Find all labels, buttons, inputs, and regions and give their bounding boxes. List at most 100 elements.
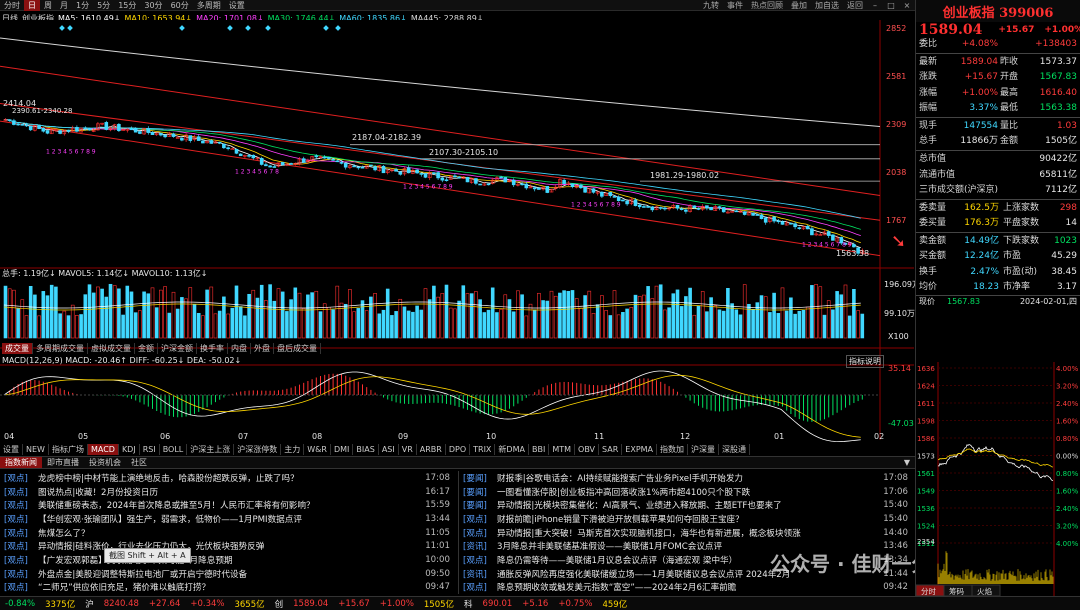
macd-legend: MACD(12,26,9) MACD: -20.46↑ DIFF: -60.25… xyxy=(2,356,242,365)
news-tab[interactable]: 社区 xyxy=(126,457,152,468)
news-item[interactable]: [观点] 【华创宏观·张瑜团队】强生产，弱需求，低物价——1月PMI数据点评 13:… xyxy=(0,512,454,526)
indicator-tab[interactable]: BBI xyxy=(529,444,550,455)
indicator-tab[interactable]: DMI xyxy=(331,444,354,455)
indicator-tab[interactable]: ASI xyxy=(379,444,399,455)
toolbar-button[interactable]: 九转 xyxy=(699,0,723,11)
mini-price: 1567.83 xyxy=(947,297,981,306)
news-item[interactable]: [观点] 龙虎榜中榜|中材节能上演绝地反击，哈森股份超跌反弹，止跌了吗？ 17:08 xyxy=(0,471,454,485)
news-item[interactable]: [要闻] 财报季|谷歌电话会：AI持续赋能搜索广告业务Pixel手机开始发力 17:… xyxy=(459,471,912,485)
volume-tab[interactable]: 金额 xyxy=(135,343,158,354)
volume-bar xyxy=(558,292,562,339)
news-item[interactable]: [观点] 焦煤怎么了？ 11:05 xyxy=(0,526,454,540)
change-value: +15.67 xyxy=(998,24,1035,35)
indicator-tab[interactable]: KDJ xyxy=(119,444,140,455)
news-item[interactable]: [观点] 降息预期收敛或触发美元指数“富空”——2024年2月6汇率前瞻 09:42 xyxy=(459,581,912,595)
quote-row: 总手 11866万 金额 1505亿 xyxy=(916,134,1080,149)
window-button[interactable]: □ xyxy=(883,0,899,11)
window-button[interactable]: – xyxy=(867,0,883,11)
indicator-tab[interactable]: 沪深主上涨 xyxy=(187,444,235,455)
indicator-tab[interactable]: 深股通 xyxy=(719,444,751,455)
period-tab[interactable]: 日 xyxy=(24,0,40,11)
volume-tab[interactable]: 盘后成交量 xyxy=(274,343,321,354)
period-tab[interactable]: 设置 xyxy=(225,0,249,11)
news-item[interactable]: [要闻] 异动情报|光模块密集催化：AI高景气、业绩进入释放期、主题ETF也要来了… xyxy=(459,498,912,512)
indicator-tab[interactable]: 新DMA xyxy=(495,444,529,455)
news-item[interactable]: [观点] 财报前瞻|iPhone销量下滑被迫开放侧载苹果如何夺回股王宝座？ 15:4… xyxy=(459,512,912,526)
mini-tab-label[interactable]: 火焰 xyxy=(977,586,992,596)
volume-tab[interactable]: 外盘 xyxy=(251,343,274,354)
news-tab[interactable]: 指数新闻 xyxy=(0,457,42,468)
period-tab[interactable]: 1分 xyxy=(72,0,93,11)
indicator-tab[interactable]: BOLL xyxy=(160,444,188,455)
indicator-tab[interactable]: VR xyxy=(399,444,417,455)
volume-bar xyxy=(759,295,764,339)
toolbar-button[interactable]: 加自选 xyxy=(811,0,843,11)
period-tab[interactable]: 5分 xyxy=(93,0,114,11)
window-button[interactable]: × xyxy=(899,0,915,11)
indicator-tab[interactable]: MACD xyxy=(87,444,119,455)
indicator-tab[interactable]: EXPMA xyxy=(622,444,658,455)
period-tab[interactable]: 分时 xyxy=(0,0,24,11)
indicator-tab[interactable]: MTM xyxy=(549,444,576,455)
period-tab[interactable]: 15分 xyxy=(114,0,140,11)
news-item[interactable]: [观点] 【广发宏观郭磊】美联储暗示不太可能3月降息预期 10:00 xyxy=(0,553,454,567)
volume-tab[interactable]: 换手率 xyxy=(197,343,228,354)
toolbar-button[interactable]: 返回 xyxy=(843,0,867,11)
indicator-tab[interactable]: 指标广场 xyxy=(49,444,88,455)
news-item[interactable]: [观点] 异动情报|硅料涨价，行业去化压力仍大，光伏板块强势反弹 11:01 xyxy=(0,539,454,553)
volume-bar xyxy=(16,308,20,339)
volume-tab[interactable]: 虚拟成交量 xyxy=(88,343,135,354)
indicator-tab[interactable]: NEW xyxy=(23,444,49,455)
mini-price-tick: 1611 xyxy=(917,400,935,408)
news-tab[interactable]: 投资机会 xyxy=(84,457,126,468)
toolbar-button[interactable]: 热点回顾 xyxy=(747,0,787,11)
period-tab[interactable]: 30分 xyxy=(140,0,166,11)
toolbar-button[interactable]: 事件 xyxy=(723,0,747,11)
volume-tab[interactable]: 沪深金额 xyxy=(158,343,197,354)
volume-tab[interactable]: 多周期成交量 xyxy=(33,343,88,354)
indicator-tab[interactable]: ARBR xyxy=(417,444,446,455)
toolbar-button[interactable]: 叠加 xyxy=(787,0,811,11)
period-tab[interactable]: 60分 xyxy=(167,0,193,11)
candle-body xyxy=(327,157,331,159)
period-tab[interactable]: 多周期 xyxy=(193,0,225,11)
range-annotation-4: 1981.29-1980.02 xyxy=(650,171,720,180)
candle-body xyxy=(133,127,138,133)
indicator-help-button[interactable]: 指标说明 xyxy=(846,355,884,368)
indicator-tab[interactable]: SAR xyxy=(599,444,623,455)
volume-tab[interactable]: 成交量 xyxy=(2,343,33,354)
period-tab[interactable]: 月 xyxy=(56,0,72,11)
indicator-tab[interactable]: 指数加 xyxy=(657,444,689,455)
mini-price-tick: 1624 xyxy=(917,383,935,391)
indicator-tab[interactable]: 主力 xyxy=(281,444,305,455)
indicator-tab[interactable]: OBV xyxy=(575,444,600,455)
collapse-icon[interactable]: ▼ xyxy=(899,457,915,468)
news-item[interactable]: [观点] 异动情报|重大突破！马斯克首次实现脑机接口，海华也有新进展，概念板块领涨… xyxy=(459,526,912,540)
indicator-tabs: 设置 NEW 指标广场 MACD KDJ RSI BOLL 沪深主上涨 沪深涨停数 主力 W&R DM… xyxy=(0,444,751,455)
period-tab[interactable]: 周 xyxy=(40,0,56,11)
candle-body xyxy=(776,220,781,223)
mini-tab-label[interactable]: 分时 xyxy=(921,586,936,596)
indicator-tab[interactable]: 沪深涨停数 xyxy=(234,444,282,455)
indicator-tab[interactable]: BIAS xyxy=(353,444,379,455)
indicator-tab[interactable]: RSI xyxy=(140,444,160,455)
nine-turn-marker: 1 2 3 4 5 6 7 8 9 xyxy=(403,184,453,191)
volume-tab[interactable]: 内盘 xyxy=(228,343,251,354)
kline-chart[interactable]: 1 2 3 4 5 6 7 8 9 1 2 3 4 5 6 7 8 1 2 3 4 … xyxy=(0,20,915,456)
indicator-tab[interactable]: W&R xyxy=(304,444,331,455)
mini-tab-label[interactable]: 筹码 xyxy=(949,586,964,596)
news-item[interactable]: [观点] 美联储重磅表态，2024年首次降息或推至5月！人民币汇率将有何影响？ 15… xyxy=(0,498,454,512)
intraday-chart[interactable]: 1636 4.00% 1624 3.20% 1611 2.40% 1598 1.60% 1586… xyxy=(916,362,1080,596)
indicator-tab[interactable]: 设置 xyxy=(0,444,23,455)
volume-bar xyxy=(385,288,390,339)
news-item[interactable]: [观点] 图说热点|收藏！2月份投资日历 16:17 xyxy=(0,485,454,499)
news-item[interactable]: [要闻] 一图看懂涨停股|创业板指冲高回落收涨1%两市超4100只个股下跌 17:0… xyxy=(459,485,912,499)
status-item: +27.64 xyxy=(148,598,181,609)
news-item[interactable]: [观点] “二师兄”供应依旧充足，猪价难以触底打捞？ 09:47 xyxy=(0,581,454,595)
indicator-tab[interactable]: TRIX xyxy=(470,444,496,455)
indicator-tab[interactable]: 沪深量 xyxy=(688,444,720,455)
news-item[interactable]: [观点] 外盘点金|美股迎调整特斯拉电池厂或开启宁德时代设备 09:50 xyxy=(0,567,454,581)
quote-value: 14.49亿 xyxy=(964,236,999,247)
news-tab[interactable]: 即市直播 xyxy=(42,457,84,468)
indicator-tab[interactable]: DPO xyxy=(446,444,471,455)
